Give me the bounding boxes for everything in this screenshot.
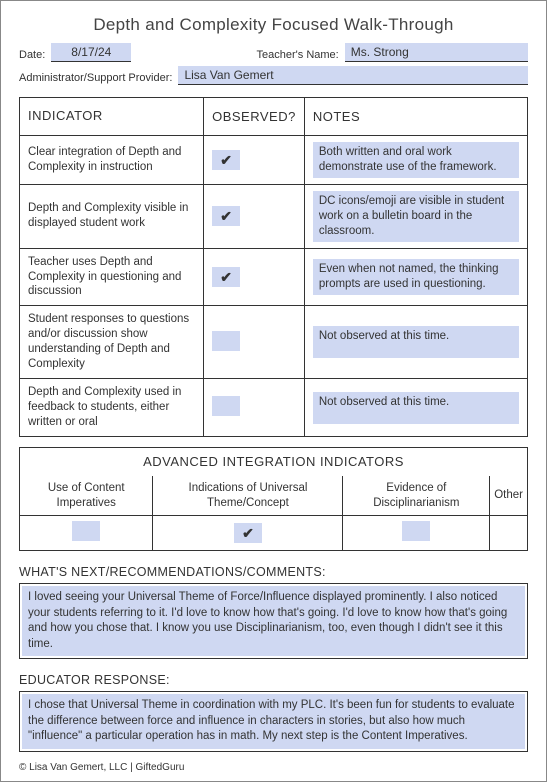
advanced-title: ADVANCED INTEGRATION INDICATORS [20,447,528,476]
advanced-checkbox[interactable] [72,521,100,541]
date-field[interactable]: 8/17/24 [51,43,131,62]
observed-checkbox[interactable]: ✔ [212,150,240,170]
col-header-observed: OBSERVED? [204,98,305,136]
teacher-name-label: Teacher's Name: [257,49,339,62]
advanced-table: ADVANCED INTEGRATION INDICATORS Use of C… [19,447,528,551]
observed-checkbox[interactable]: ✔ [212,206,240,226]
notes-field[interactable]: Not observed at this time. [313,326,519,358]
indicator-cell: Clear integration of Depth and Complexit… [20,135,204,184]
table-row: Depth and Complexity used in feedback to… [20,379,528,437]
table-row: Student responses to questions and/or di… [20,306,528,379]
indicator-table: INDICATOR OBSERVED? NOTES Clear integrat… [19,97,528,437]
advanced-checkbox[interactable] [495,521,523,541]
table-row: Clear integration of Depth and Complexit… [20,135,528,184]
admin-label: Administrator/Support Provider: [19,72,172,85]
admin-field[interactable]: Lisa Van Gemert [178,66,528,85]
page-title: Depth and Complexity Focused Walk-Throug… [19,15,528,35]
col-header-indicator: INDICATOR [20,98,204,136]
teacher-name-field[interactable]: Ms. Strong [345,43,528,62]
header-row-2: Administrator/Support Provider: Lisa Van… [19,66,528,85]
whats-next-field[interactable]: I loved seeing your Universal Theme of F… [22,586,525,656]
advanced-col-header: Evidence of Disciplinarianism [343,476,490,515]
indicator-cell: Depth and Complexity used in feedback to… [20,379,204,437]
educator-response-label: EDUCATOR RESPONSE: [19,673,528,687]
educator-response-field[interactable]: I chose that Universal Theme in coordina… [22,694,525,749]
whats-next-label: WHAT'S NEXT/RECOMMENDATIONS/COMMENTS: [19,565,528,579]
advanced-col-header: Indications of Universal Theme/Concept [153,476,343,515]
notes-field[interactable]: Even when not named, the thinking prompt… [313,259,519,295]
educator-response-box: I chose that Universal Theme in coordina… [19,691,528,752]
observed-checkbox[interactable]: ✔ [212,267,240,287]
footer-copyright: © Lisa Van Gemert, LLC | GiftedGuru [19,762,528,773]
advanced-col-header: Other [490,476,528,515]
observed-checkbox[interactable] [212,396,240,416]
advanced-checkbox[interactable] [402,521,430,541]
col-header-notes: NOTES [304,98,527,136]
indicator-cell: Depth and Complexity visible in displaye… [20,184,204,248]
indicator-cell: Student responses to questions and/or di… [20,306,204,379]
whats-next-box: I loved seeing your Universal Theme of F… [19,583,528,659]
notes-field[interactable]: Not observed at this time. [313,392,519,424]
date-label: Date: [19,49,45,62]
observed-checkbox[interactable] [212,331,240,351]
header-row-1: Date: 8/17/24 Teacher's Name: Ms. Strong [19,43,528,62]
notes-field[interactable]: DC icons/emoji are visible in student wo… [313,191,519,242]
table-row: Teacher uses Depth and Complexity in que… [20,248,528,306]
advanced-col-header: Use of Content Imperatives [20,476,153,515]
advanced-checkbox[interactable]: ✔ [234,523,262,543]
table-row: Depth and Complexity visible in displaye… [20,184,528,248]
indicator-cell: Teacher uses Depth and Complexity in que… [20,248,204,306]
notes-field[interactable]: Both written and oral work demonstrate u… [313,142,519,178]
